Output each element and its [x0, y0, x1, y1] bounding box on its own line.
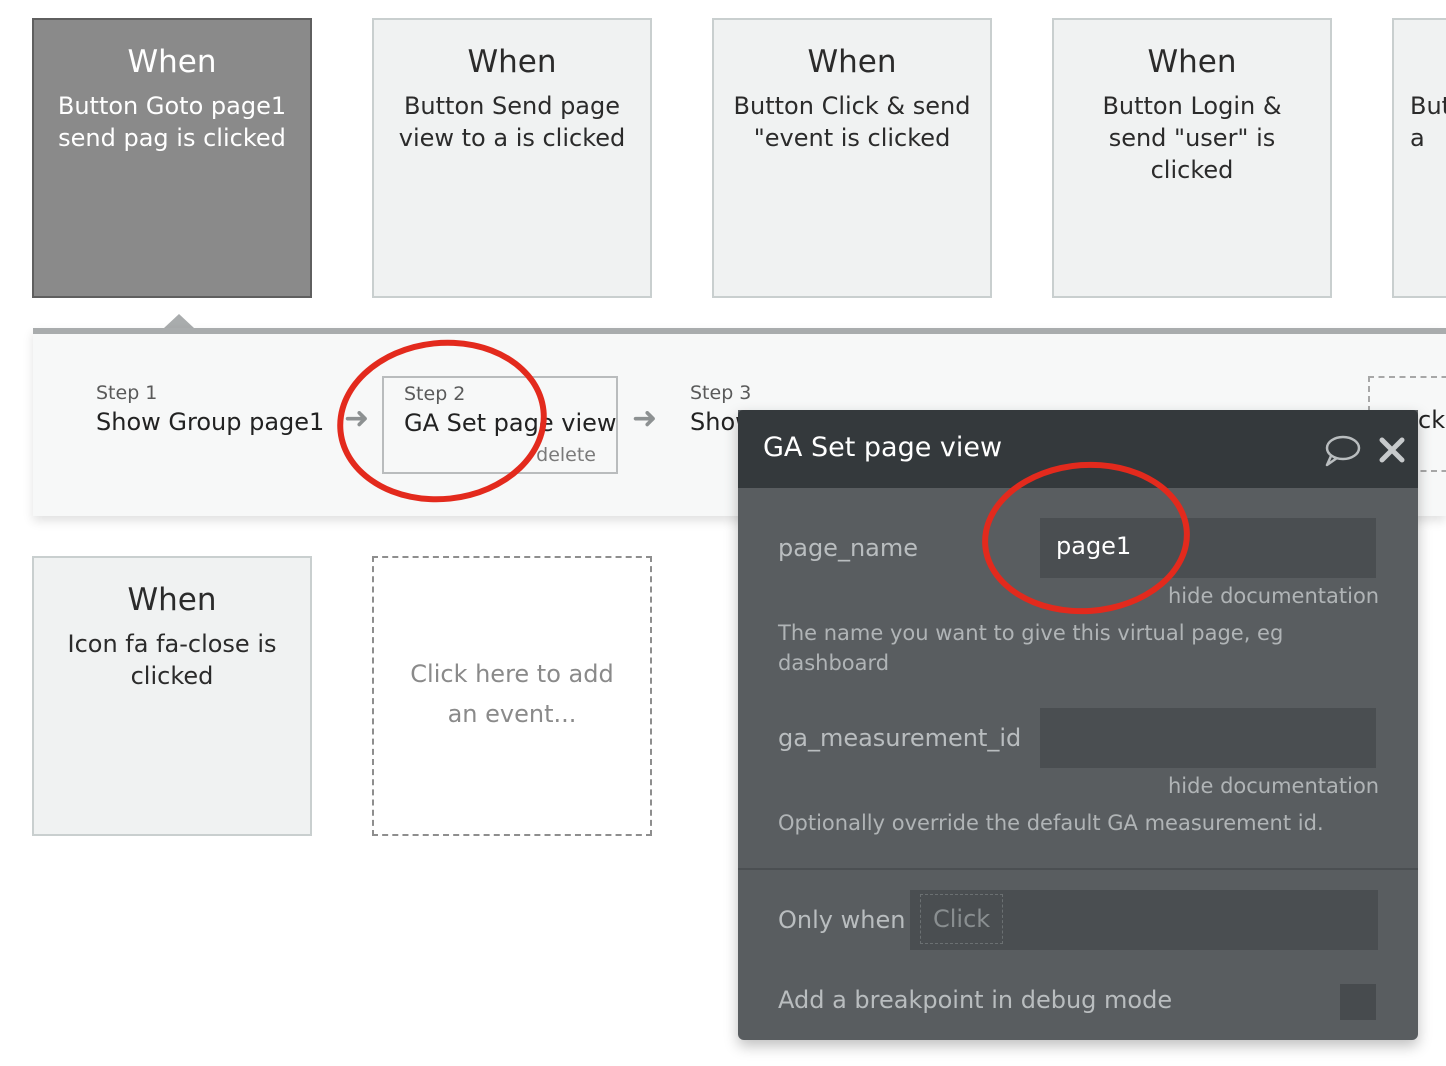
- event-description: Button Login & send "user" is clicked: [1102, 92, 1282, 184]
- page-name-input[interactable]: page1: [1040, 518, 1376, 578]
- step-1[interactable]: Step 1 Show Group page1: [96, 380, 324, 438]
- delete-step-link[interactable]: delete: [536, 444, 596, 466]
- ga-measurement-id-documentation: Optionally override the default GA measu…: [778, 811, 1324, 835]
- step-number: Step 3: [690, 382, 752, 404]
- only-when-condition[interactable]: Click: [920, 894, 1004, 944]
- step-name: GA Set page view: [404, 409, 617, 437]
- event-when-label: When: [467, 44, 557, 80]
- action-property-editor: GA Set page view page_name page1 hide do…: [738, 410, 1418, 1040]
- ga-measurement-id-input[interactable]: [1040, 708, 1376, 768]
- comment-icon[interactable]: [1323, 434, 1361, 468]
- editor-divider: [738, 868, 1418, 870]
- event-card-send-page-view[interactable]: When Button Send page view to a is click…: [372, 18, 652, 298]
- event-card-icon-close[interactable]: When Icon fa fa-close is clicked: [32, 556, 312, 836]
- step-name: Show Group page1: [96, 408, 325, 436]
- event-description: Button Goto page1 send pag is clicked: [57, 92, 287, 152]
- event-card-goto-page1[interactable]: When Button Goto page1 send pag is click…: [32, 18, 312, 298]
- event-when-label: When: [807, 44, 897, 80]
- event-when-label: When: [127, 582, 217, 618]
- selected-event-pointer: [164, 314, 194, 328]
- hide-documentation-link[interactable]: hide documentation: [1168, 774, 1379, 798]
- event-description: But a: [1410, 92, 1446, 152]
- breakpoint-label: Add a breakpoint in debug mode: [778, 986, 1173, 1014]
- arrow-right-icon: ➜: [344, 401, 370, 436]
- event-when-label: When: [1147, 44, 1237, 80]
- only-when-label: Only when: [778, 906, 906, 934]
- step-2[interactable]: Step 2 GA Set page view delete: [382, 376, 618, 474]
- step-number: Step 1: [96, 382, 158, 404]
- page-name-documentation: The name you want to give this virtual p…: [778, 621, 1284, 675]
- clipped-step-text: ck: [1418, 406, 1446, 434]
- event-card-clipped[interactable]: But a: [1392, 18, 1446, 298]
- breakpoint-checkbox[interactable]: [1340, 984, 1376, 1020]
- event-description: Button Send page view to a is clicked: [398, 92, 626, 152]
- workflow-editor: When Button Goto page1 send pag is click…: [0, 0, 1446, 1066]
- editor-header: GA Set page view: [738, 410, 1418, 488]
- editor-title: GA Set page view: [763, 432, 1003, 463]
- ga-measurement-id-label: ga_measurement_id: [778, 724, 1022, 752]
- event-card-login-send-user[interactable]: When Button Login & send "user" is click…: [1052, 18, 1332, 298]
- add-event-text: Click here to add an event...: [410, 660, 614, 728]
- event-when-label: When: [127, 44, 217, 80]
- arrow-right-icon: ➜: [632, 401, 658, 436]
- hide-documentation-link[interactable]: hide documentation: [1168, 584, 1379, 608]
- page-name-label: page_name: [778, 534, 919, 562]
- event-card-click-send-event[interactable]: When Button Click & send "event is click…: [712, 18, 992, 298]
- close-icon[interactable]: [1379, 437, 1405, 463]
- step-number: Step 2: [404, 383, 466, 405]
- event-description: Icon fa fa-close is clicked: [67, 630, 277, 690]
- add-event-card[interactable]: Click here to add an event...: [372, 556, 652, 836]
- event-description: Button Click & send "event is clicked: [733, 92, 971, 152]
